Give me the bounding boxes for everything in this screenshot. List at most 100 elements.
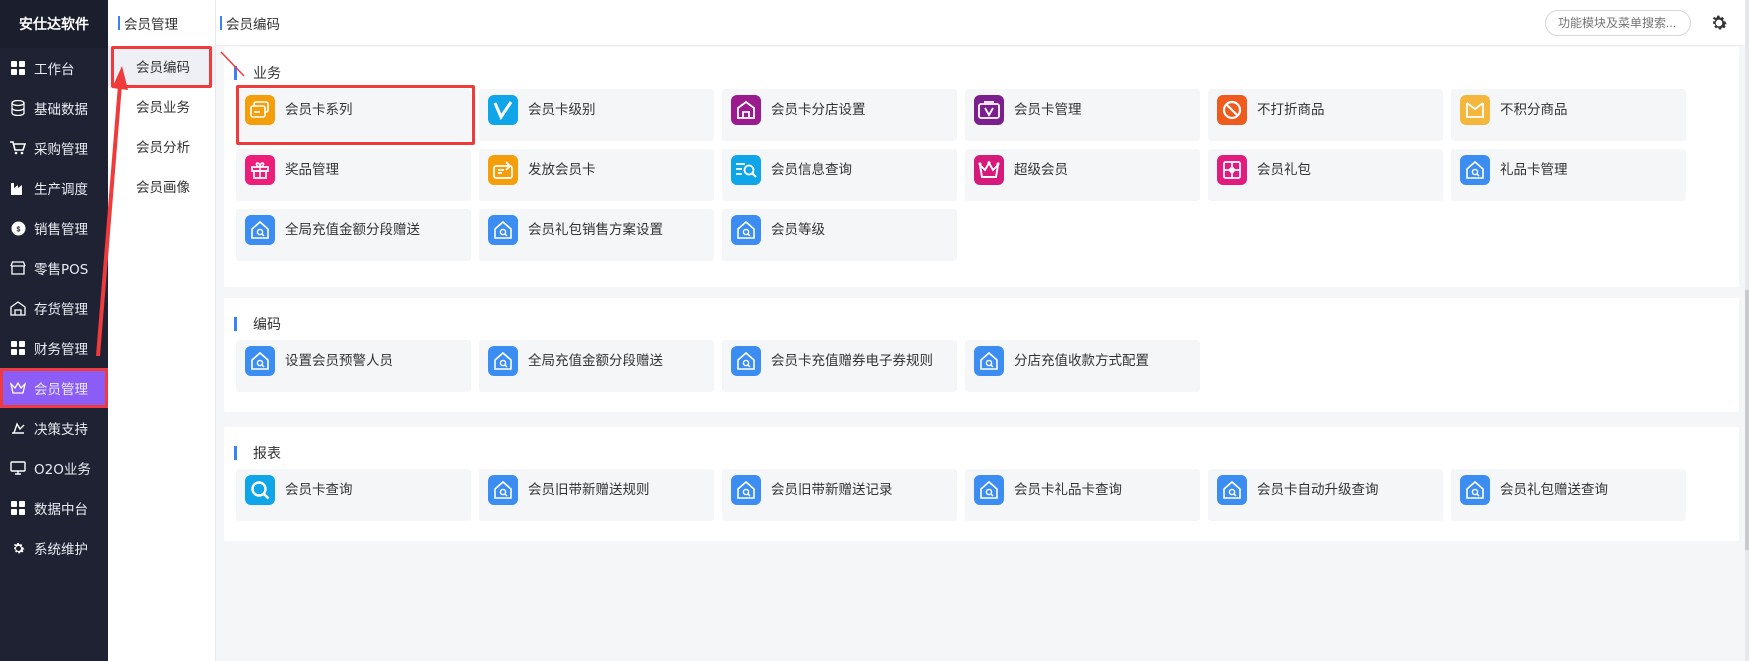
module-card[interactable]: 会员礼包 (1208, 149, 1443, 201)
gear-icon[interactable] (1709, 13, 1729, 33)
sidebar-item-label: 财务管理 (34, 342, 88, 358)
sidebar-item-label: 系统维护 (34, 542, 88, 558)
sidebar-item[interactable]: 系统维护 (0, 528, 108, 568)
monitor-icon (10, 460, 26, 476)
module-card[interactable]: 会员卡查询 (236, 469, 471, 521)
module-card[interactable]: 会员旧带新赠送规则 (479, 469, 714, 521)
module-card[interactable]: 全局充值金额分段赠送 (236, 209, 471, 261)
section-coding: 编码 设置会员预警人员 全局充值金额分段赠送 会员卡充值赠券电子券规则 分店充值收款方… (224, 298, 1739, 412)
home-search-icon (974, 475, 1004, 505)
module-card[interactable]: 超级会员 (965, 149, 1200, 201)
envelope-icon (1460, 95, 1490, 125)
submenu-panel: 会员管理 会员编码 会员业务 会员分析 会员画像 (108, 0, 216, 661)
submenu-item[interactable]: 会员画像 (108, 166, 215, 206)
module-card-label: 会员旧带新赠送记录 (771, 482, 893, 498)
module-card[interactable]: 分店充值收款方式配置 (965, 340, 1200, 392)
home-search-icon (488, 475, 518, 505)
module-card-label: 会员礼包赠送查询 (1500, 482, 1608, 498)
module-card[interactable]: 会员信息查询 (722, 149, 957, 201)
module-card-label: 不积分商品 (1500, 102, 1568, 118)
main-sidebar: 安仕达软件 工作台 基础数据采购管理生产调度 $ 销售管理零售POS 存货管理财务管理会… (0, 0, 108, 661)
sidebar-item[interactable]: $ 销售管理 (0, 208, 108, 248)
module-card[interactable]: 会员卡自动升级查询 (1208, 469, 1443, 521)
section-business: 业务 会员卡系列 会员卡级别 会员卡分店设置 会员卡管理 不打折商品 不积分商品奖品管理 发… (224, 47, 1739, 287)
section-title: 业务 (234, 63, 281, 83)
sidebar-item[interactable]: 采购管理 (0, 128, 108, 168)
module-card-label: 会员礼包 (1257, 162, 1311, 178)
module-card[interactable]: 会员卡管理 (965, 89, 1200, 141)
search-input[interactable] (1545, 10, 1691, 36)
brand-logo: 安仕达软件 (0, 0, 108, 48)
module-card-label: 设置会员预警人员 (285, 353, 393, 369)
module-card[interactable]: 不积分商品 (1451, 89, 1686, 141)
sidebar-item-label: 销售管理 (34, 222, 88, 238)
sidebar-item[interactable]: 决策支持 (0, 408, 108, 448)
module-card-label: 分店充值收款方式配置 (1014, 353, 1149, 369)
section-title: 编码 (234, 314, 281, 334)
sidebar-item[interactable]: 财务管理 (0, 328, 108, 368)
sidebar-item[interactable]: 基础数据 (0, 88, 108, 128)
store-house-icon (731, 95, 761, 125)
sidebar-item[interactable]: O2O业务 (0, 448, 108, 488)
module-card-label: 会员卡礼品卡查询 (1014, 482, 1122, 498)
warehouse-icon (10, 300, 26, 316)
module-card-label: 会员卡自动升级查询 (1257, 482, 1379, 498)
vip-card-icon (974, 95, 1004, 125)
module-card[interactable]: 设置会员预警人员 (236, 340, 471, 392)
module-card[interactable]: 不打折商品 (1208, 89, 1443, 141)
module-card-label: 会员等级 (771, 222, 825, 238)
module-card[interactable]: 会员卡充值赠券电子券规则 (722, 340, 957, 392)
svg-text:$: $ (16, 226, 20, 233)
sidebar-item-label: 会员管理 (34, 382, 88, 398)
module-card[interactable]: 奖品管理 (236, 149, 471, 201)
home-search-icon (245, 215, 275, 245)
module-card[interactable]: 发放会员卡 (479, 149, 714, 201)
grid-icon (10, 340, 26, 356)
submenu-item[interactable]: 会员业务 (108, 86, 215, 126)
home-search-icon (1460, 155, 1490, 185)
submenu-item[interactable]: 会员分析 (108, 126, 215, 166)
sidebar-item[interactable]: 生产调度 (0, 168, 108, 208)
module-card[interactable]: 会员旧带新赠送记录 (722, 469, 957, 521)
sidebar-item[interactable]: 存货管理 (0, 288, 108, 328)
home-search-icon (488, 215, 518, 245)
module-card[interactable]: 会员卡礼品卡查询 (965, 469, 1200, 521)
card-stack-icon (245, 95, 275, 125)
crown-icon (974, 155, 1004, 185)
grid-icon (10, 500, 26, 516)
sidebar-item-label: 存货管理 (34, 302, 88, 318)
module-card[interactable]: 会员卡级别 (479, 89, 714, 141)
v-level-icon (488, 95, 518, 125)
module-card[interactable]: 会员卡分店设置 (722, 89, 957, 141)
main-content: 业务 会员卡系列 会员卡级别 会员卡分店设置 会员卡管理 不打折商品 不积分商品奖品管理 发… (216, 47, 1749, 661)
decision-icon (10, 420, 26, 436)
card-issue-icon (488, 155, 518, 185)
factory-icon (10, 180, 26, 196)
home-search-icon (731, 475, 761, 505)
gear-icon (10, 540, 26, 556)
section-title: 报表 (234, 443, 281, 463)
sidebar-item-label: 数据中台 (34, 502, 88, 518)
scrollbar-thumb[interactable] (1745, 290, 1749, 550)
module-card[interactable]: 礼品卡管理 (1451, 149, 1686, 201)
module-card[interactable]: 会员卡系列 (236, 85, 475, 145)
module-card[interactable]: 会员等级 (722, 209, 957, 261)
module-card[interactable]: 会员礼包销售方案设置 (479, 209, 714, 261)
home-search-icon (488, 346, 518, 376)
module-card-label: 奖品管理 (285, 162, 339, 178)
module-card[interactable]: 会员礼包赠送查询 (1451, 469, 1686, 521)
module-card[interactable]: 全局充值金额分段赠送 (479, 340, 714, 392)
submenu-item[interactable]: 会员编码 (108, 46, 215, 88)
home-search-icon (731, 346, 761, 376)
module-card-label: 会员卡系列 (285, 102, 353, 118)
sidebar-item-label: 采购管理 (34, 142, 88, 158)
sidebar-item[interactable]: 会员管理 (0, 368, 108, 408)
sidebar-item-label: 生产调度 (34, 182, 88, 198)
sidebar-item[interactable]: 零售POS (0, 248, 108, 288)
module-card-label: 全局充值金额分段赠送 (528, 353, 663, 369)
module-card-label: 会员旧带新赠送规则 (528, 482, 650, 498)
cart-icon (10, 140, 26, 156)
home-search-icon (1217, 475, 1247, 505)
sidebar-item[interactable]: 数据中台 (0, 488, 108, 528)
sidebar-item[interactable]: 工作台 (0, 48, 108, 88)
